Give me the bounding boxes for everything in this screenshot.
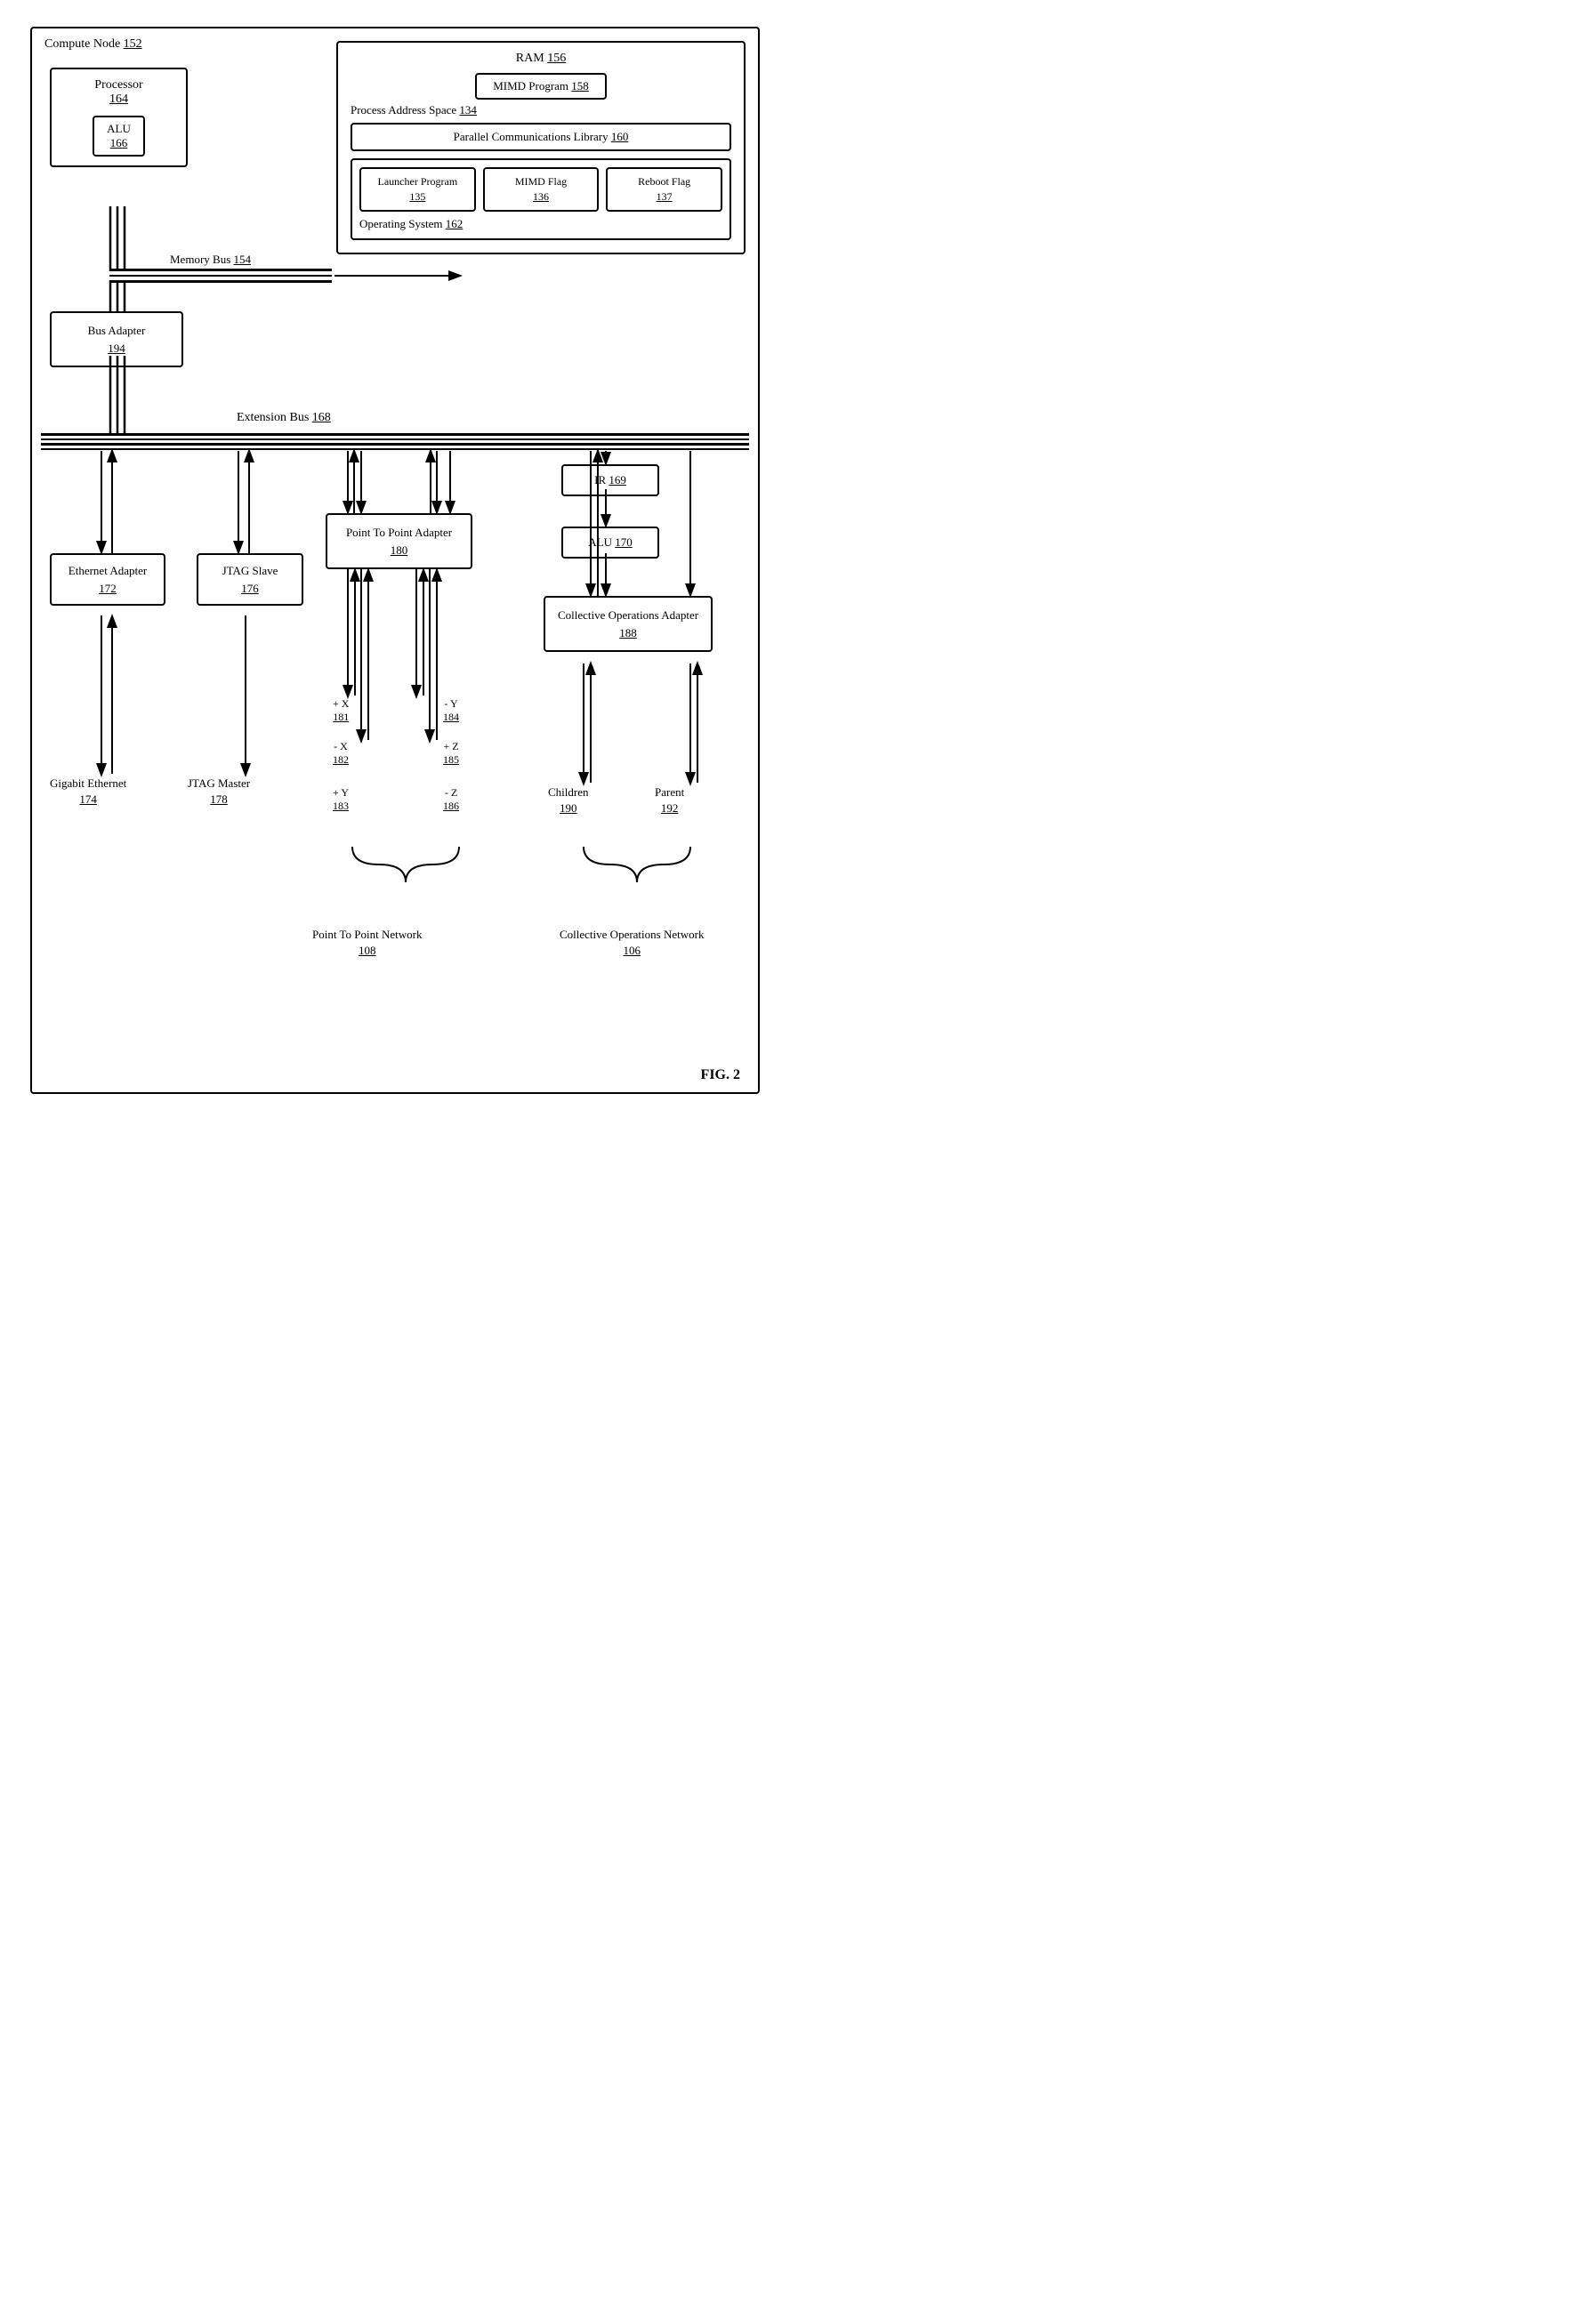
diagram-svg — [32, 28, 762, 1096]
fig-label: FIG. 2 — [701, 1067, 740, 1083]
page: Compute Node 152 RAM 156 MIMD Program 15… — [18, 18, 772, 1103]
